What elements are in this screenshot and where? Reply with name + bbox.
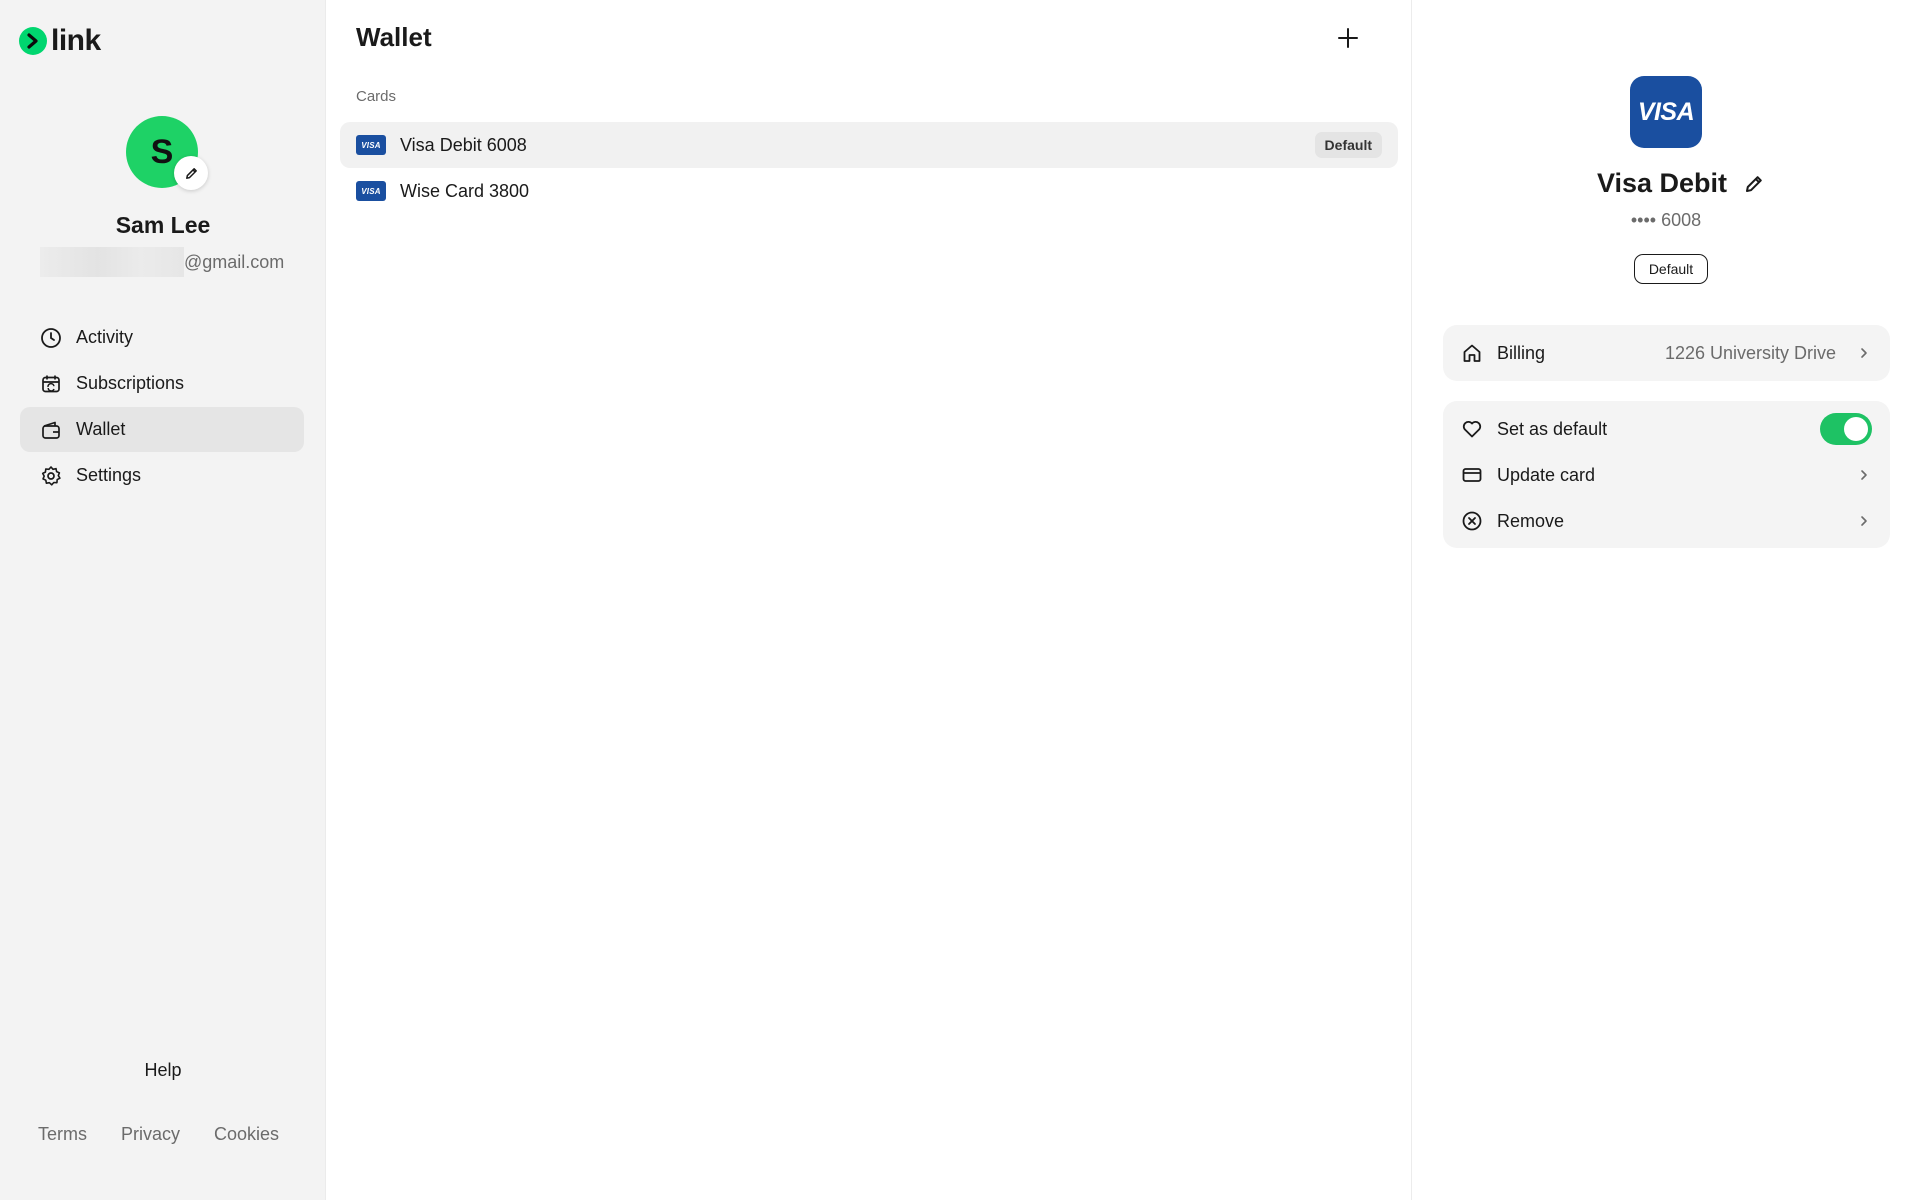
sidebar-item-wallet[interactable]: Wallet — [20, 407, 304, 452]
edit-card-name-button[interactable] — [1739, 169, 1769, 199]
sidebar-item-label: Settings — [76, 465, 142, 485]
toggle-knob — [1844, 417, 1868, 441]
pencil-icon — [1746, 175, 1762, 192]
sidebar-item-label: Wallet — [76, 419, 126, 439]
add-card-button[interactable] — [1330, 20, 1366, 56]
card-title: Visa Debit — [1596, 168, 1728, 198]
sidebar-item-label: Activity — [76, 327, 134, 347]
sidebar-item-settings[interactable]: Settings — [20, 453, 304, 498]
visa-logo-icon: VISA — [356, 181, 386, 201]
billing-panel: Billing 1226 University Drive — [1443, 325, 1890, 381]
billing-label: Billing — [1497, 342, 1546, 363]
sidebar-item-label: Subscriptions — [76, 373, 185, 393]
chevron-right-icon — [1858, 468, 1870, 482]
remove-label: Remove — [1497, 510, 1565, 531]
card-actions-panel: Set as default Update card Remove — [1443, 401, 1890, 548]
credit-card-icon — [1461, 464, 1483, 486]
user-email: @gmail.com — [40, 246, 284, 278]
help-link[interactable]: Help — [0, 1060, 326, 1081]
sidebar-nav: Activity Subscriptions Wallet Settings — [20, 315, 304, 499]
update-card-row[interactable]: Update card — [1443, 452, 1890, 498]
avatar-container: S — [126, 116, 208, 190]
sidebar: link S Sam Lee @gmail.com Activity Subsc… — [0, 0, 326, 1200]
calendar-refresh-icon — [40, 373, 62, 395]
set-default-row: Set as default — [1443, 406, 1890, 452]
heart-icon — [1461, 418, 1483, 440]
app-root: link S Sam Lee @gmail.com Activity Subsc… — [0, 0, 1920, 1200]
cookies-link[interactable]: Cookies — [202, 1118, 291, 1151]
cards-section-label: Cards — [356, 88, 397, 105]
default-badge: Default — [1314, 132, 1382, 158]
card-list: VISA Visa Debit 6008 Default VISA Wise C… — [340, 122, 1398, 214]
billing-address: 1226 University Drive — [1664, 342, 1836, 363]
update-card-label: Update card — [1497, 464, 1596, 485]
link-logo[interactable]: link — [19, 24, 101, 58]
footer-links: Terms Privacy Cookies — [26, 1118, 291, 1151]
close-circle-icon — [1461, 510, 1483, 532]
chevron-right-icon — [1858, 514, 1870, 528]
home-icon — [1461, 342, 1483, 364]
gear-icon — [40, 465, 62, 487]
card-row-visa-debit[interactable]: VISA Visa Debit 6008 Default — [340, 122, 1398, 168]
plus-icon — [1338, 28, 1358, 48]
brand-name: link — [51, 24, 101, 57]
wallet-main: Wallet Cards VISA Visa Debit 6008 Defaul… — [326, 0, 1412, 1200]
user-name: Sam Lee — [115, 212, 211, 238]
sidebar-item-subscriptions[interactable]: Subscriptions — [20, 361, 304, 406]
default-status-badge: Default — [1634, 254, 1708, 284]
page-title: Wallet — [356, 22, 432, 52]
chevron-right-icon — [19, 27, 47, 55]
avatar-edit-button[interactable] — [174, 156, 208, 190]
set-default-toggle[interactable] — [1820, 413, 1872, 445]
terms-link[interactable]: Terms — [26, 1118, 99, 1151]
privacy-link[interactable]: Privacy — [109, 1118, 192, 1151]
email-suffix: @gmail.com — [184, 251, 285, 272]
card-title-row: Visa Debit — [1412, 168, 1920, 199]
card-name: Visa Debit 6008 — [400, 134, 527, 155]
visa-card-logo: VISA — [1630, 76, 1702, 148]
sidebar-item-activity[interactable]: Activity — [20, 315, 304, 360]
clock-icon — [40, 327, 62, 349]
card-row-wise-card[interactable]: VISA Wise Card 3800 — [340, 168, 1398, 214]
email-redaction — [40, 247, 184, 277]
set-default-label: Set as default — [1497, 418, 1608, 439]
card-name: Wise Card 3800 — [400, 180, 530, 201]
card-number-masked: •••• 6008 — [1630, 210, 1702, 230]
chevron-right-icon — [1858, 346, 1870, 360]
remove-card-row[interactable]: Remove — [1443, 498, 1890, 544]
visa-logo-icon: VISA — [356, 135, 386, 155]
card-detail-panel: VISA Visa Debit •••• 6008 Default Billin… — [1412, 0, 1920, 1200]
pencil-icon — [185, 167, 197, 179]
billing-row[interactable]: Billing 1226 University Drive — [1443, 325, 1890, 381]
wallet-icon — [40, 419, 62, 441]
